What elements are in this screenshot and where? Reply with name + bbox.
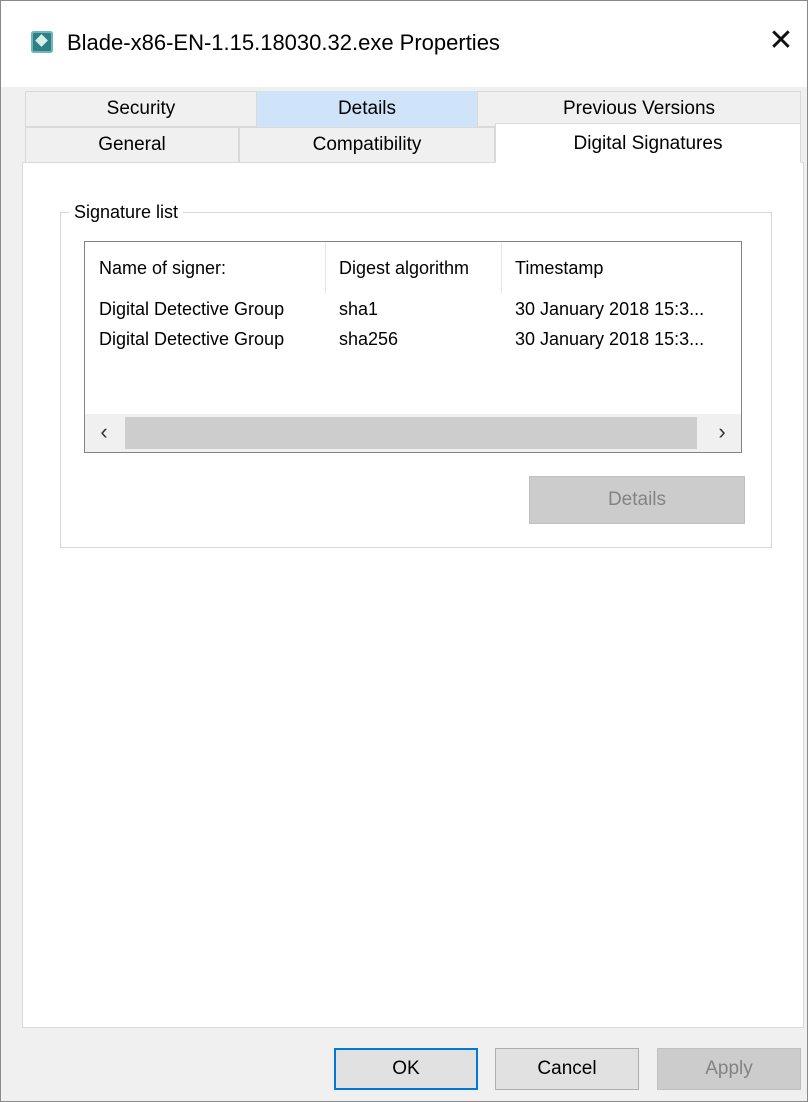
cell-timestamp: 30 January 2018 15:3... (515, 329, 705, 349)
cell-digest: sha1 (339, 299, 379, 319)
cell-signer: Digital Detective Group (99, 299, 285, 319)
close-icon[interactable]: ✕ (763, 23, 799, 59)
scroll-right-icon[interactable]: › (703, 414, 741, 452)
signature-listview[interactable]: Name of signer: Digest algorithm Timesta… (84, 241, 742, 453)
horizontal-scrollbar[interactable]: ‹ › (85, 414, 741, 452)
scroll-left-icon[interactable]: ‹ (85, 414, 123, 452)
application-icon (31, 31, 53, 53)
tab-details[interactable]: Details (257, 91, 477, 127)
cell-timestamp: 30 January 2018 15:3... (515, 299, 705, 319)
cancel-button[interactable]: Cancel (495, 1048, 639, 1090)
window-title: Blade-x86-EN-1.15.18030.32.exe Propertie… (67, 30, 500, 55)
cell-signer: Digital Detective Group (99, 329, 285, 349)
column-header-timestamp[interactable]: Timestamp (501, 242, 741, 294)
listview-header: Name of signer: Digest algorithm Timesta… (85, 242, 741, 294)
table-row[interactable]: Digital Detective Group sha256 30 Januar… (85, 324, 741, 354)
column-header-digest[interactable]: Digest algorithm (325, 242, 501, 294)
tab-previous-versions[interactable]: Previous Versions (477, 91, 801, 127)
ok-button[interactable]: OK (334, 1048, 478, 1090)
apply-button[interactable]: Apply (657, 1048, 801, 1090)
scrollbar-thumb[interactable] (125, 417, 697, 449)
digital-signatures-page: Signature list Name of signer: Digest al… (22, 162, 804, 1028)
signature-details-button[interactable]: Details (529, 476, 745, 524)
cell-digest: sha256 (339, 329, 399, 349)
tab-compatibility[interactable]: Compatibility (239, 127, 495, 163)
table-row[interactable]: Digital Detective Group sha1 30 January … (85, 294, 741, 324)
properties-dialog: Blade-x86-EN-1.15.18030.32.exe Propertie… (0, 0, 808, 1102)
column-header-signer[interactable]: Name of signer: (85, 242, 325, 294)
title-bar: Blade-x86-EN-1.15.18030.32.exe Propertie… (1, 1, 807, 87)
tab-general[interactable]: General (25, 127, 239, 163)
tab-security[interactable]: Security (25, 91, 257, 127)
tab-digital-signatures[interactable]: Digital Signatures (495, 123, 801, 163)
signature-list-label: Signature list (69, 200, 184, 224)
